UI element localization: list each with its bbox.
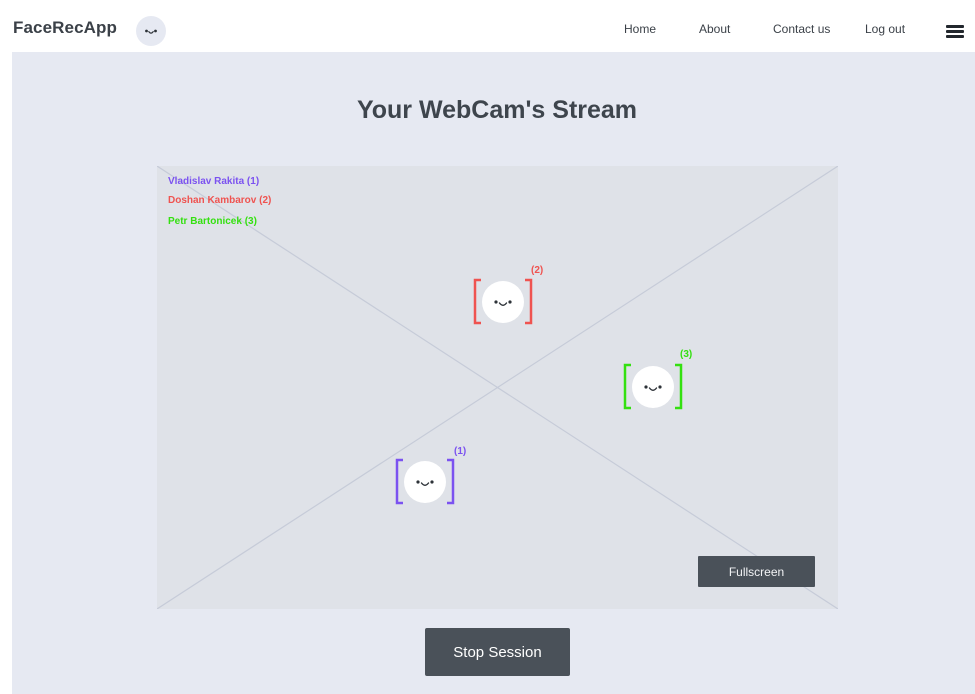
legend-person-2: Doshan Kambarov (2) bbox=[168, 195, 272, 206]
face-label-1: (1) bbox=[454, 446, 467, 457]
legend-person-1: Vladislav Rakita (1) bbox=[168, 176, 260, 187]
nav-contact-link[interactable]: Contact us bbox=[773, 22, 830, 36]
fullscreen-button[interactable]: Fullscreen bbox=[698, 556, 815, 587]
smiley-logo-icon bbox=[136, 16, 166, 46]
face-box-3 bbox=[623, 363, 683, 411]
face-2-icon bbox=[473, 278, 533, 325]
navbar: FaceRecApp Home About Contact us Log out bbox=[0, 0, 975, 52]
legend-person-3: Petr Bartonicek (3) bbox=[168, 216, 257, 227]
face-label-3: (3) bbox=[680, 349, 693, 360]
face-1-icon bbox=[395, 458, 455, 505]
placeholder-cross bbox=[157, 166, 838, 609]
hamburger-menu-icon[interactable] bbox=[946, 25, 964, 38]
brand-name[interactable]: FaceRecApp bbox=[13, 18, 117, 38]
stop-session-button[interactable]: Stop Session bbox=[425, 628, 570, 676]
face-3-icon bbox=[623, 363, 683, 410]
face-box-2 bbox=[473, 278, 533, 326]
face-label-2: (2) bbox=[531, 265, 544, 276]
nav-about-link[interactable]: About bbox=[699, 22, 730, 36]
page-title: Your WebCam's Stream bbox=[356, 96, 638, 124]
nav-home-link[interactable]: Home bbox=[624, 22, 656, 36]
webcam-stream: Vladislav Rakita (1) Doshan Kambarov (2)… bbox=[157, 166, 838, 609]
face-box-1 bbox=[395, 458, 455, 506]
nav-logout-link[interactable]: Log out bbox=[865, 22, 905, 36]
